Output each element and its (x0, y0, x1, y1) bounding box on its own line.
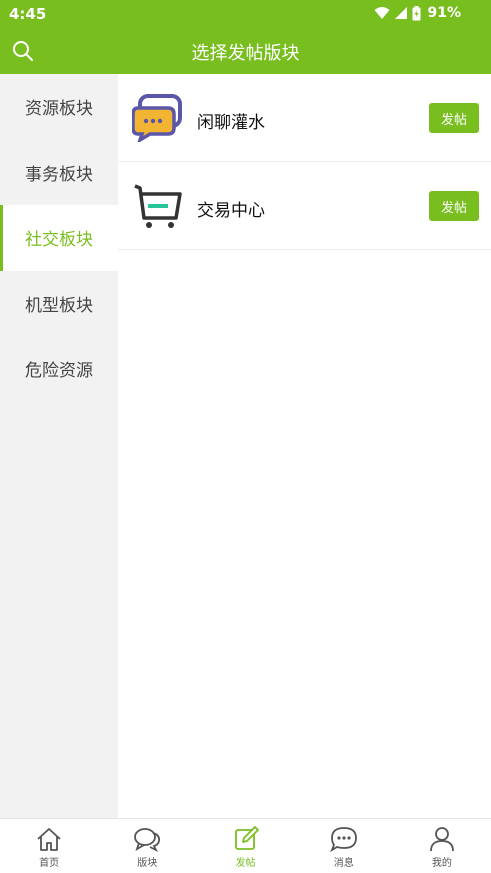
sidebar-item-affairs[interactable]: 事务板块 (0, 139, 118, 205)
tab-home[interactable]: 首页 (0, 819, 98, 873)
tab-label: 版块 (137, 858, 158, 869)
edit-icon (234, 826, 259, 850)
tab-label: 消息 (333, 858, 354, 869)
status-icons: 91% (374, 5, 461, 21)
board-row-trade[interactable]: 交易中心 发帖 (118, 162, 491, 250)
tab-label: 我的 (431, 858, 452, 869)
sidebar-item-label: 事务板块 (25, 164, 93, 185)
status-time: 4:45 (9, 5, 47, 23)
shopping-cart-icon (134, 184, 182, 228)
chat-bubbles-icon (132, 94, 182, 142)
board-list: 闲聊灌水 发帖 交易中心 发帖 (118, 74, 491, 818)
board-name: 闲聊灌水 (197, 113, 265, 133)
user-icon (430, 827, 454, 852)
battery-percent: 91% (427, 5, 461, 21)
sidebar-item-label: 资源板块 (25, 99, 93, 120)
tab-forum[interactable]: 版块 (98, 819, 196, 873)
page-title: 选择发帖版块 (191, 43, 300, 64)
wifi-icon (374, 7, 390, 19)
signal-icon (395, 7, 408, 19)
tab-messages[interactable]: 消息 (295, 819, 393, 873)
forum-icon (134, 828, 161, 852)
sidebar-item-models[interactable]: 机型板块 (0, 270, 118, 336)
bottom-tab-bar: 首页 版块 发帖 消息 我的 (0, 818, 491, 873)
tab-profile[interactable]: 我的 (393, 819, 491, 873)
sidebar-item-label: 机型板块 (25, 295, 93, 316)
post-button-trade[interactable]: 发帖 (429, 191, 479, 221)
board-row-chat[interactable]: 闲聊灌水 发帖 (118, 74, 491, 162)
status-bar: 4:45 91% (0, 0, 491, 28)
sidebar-item-label: 社交板块 (25, 230, 93, 251)
sidebar-item-social[interactable]: 社交板块 (0, 205, 118, 271)
sidebar-item-danger-resources[interactable]: 危险资源 (0, 336, 118, 402)
category-sidebar: 资源板块 事务板块 社交板块 机型板块 危险资源 (0, 74, 118, 818)
post-button-chat[interactable]: 发帖 (429, 103, 479, 133)
tab-label: 首页 (39, 858, 60, 869)
app-bar: 选择发帖版块 (0, 28, 491, 74)
board-name: 交易中心 (197, 201, 265, 221)
home-icon (37, 828, 61, 851)
message-icon (329, 827, 357, 852)
tab-label: 发帖 (235, 858, 256, 869)
sidebar-item-label: 危险资源 (25, 361, 93, 382)
tab-post[interactable]: 发帖 (196, 819, 294, 873)
sidebar-item-resources[interactable]: 资源板块 (0, 74, 118, 140)
battery-icon (412, 5, 421, 20)
